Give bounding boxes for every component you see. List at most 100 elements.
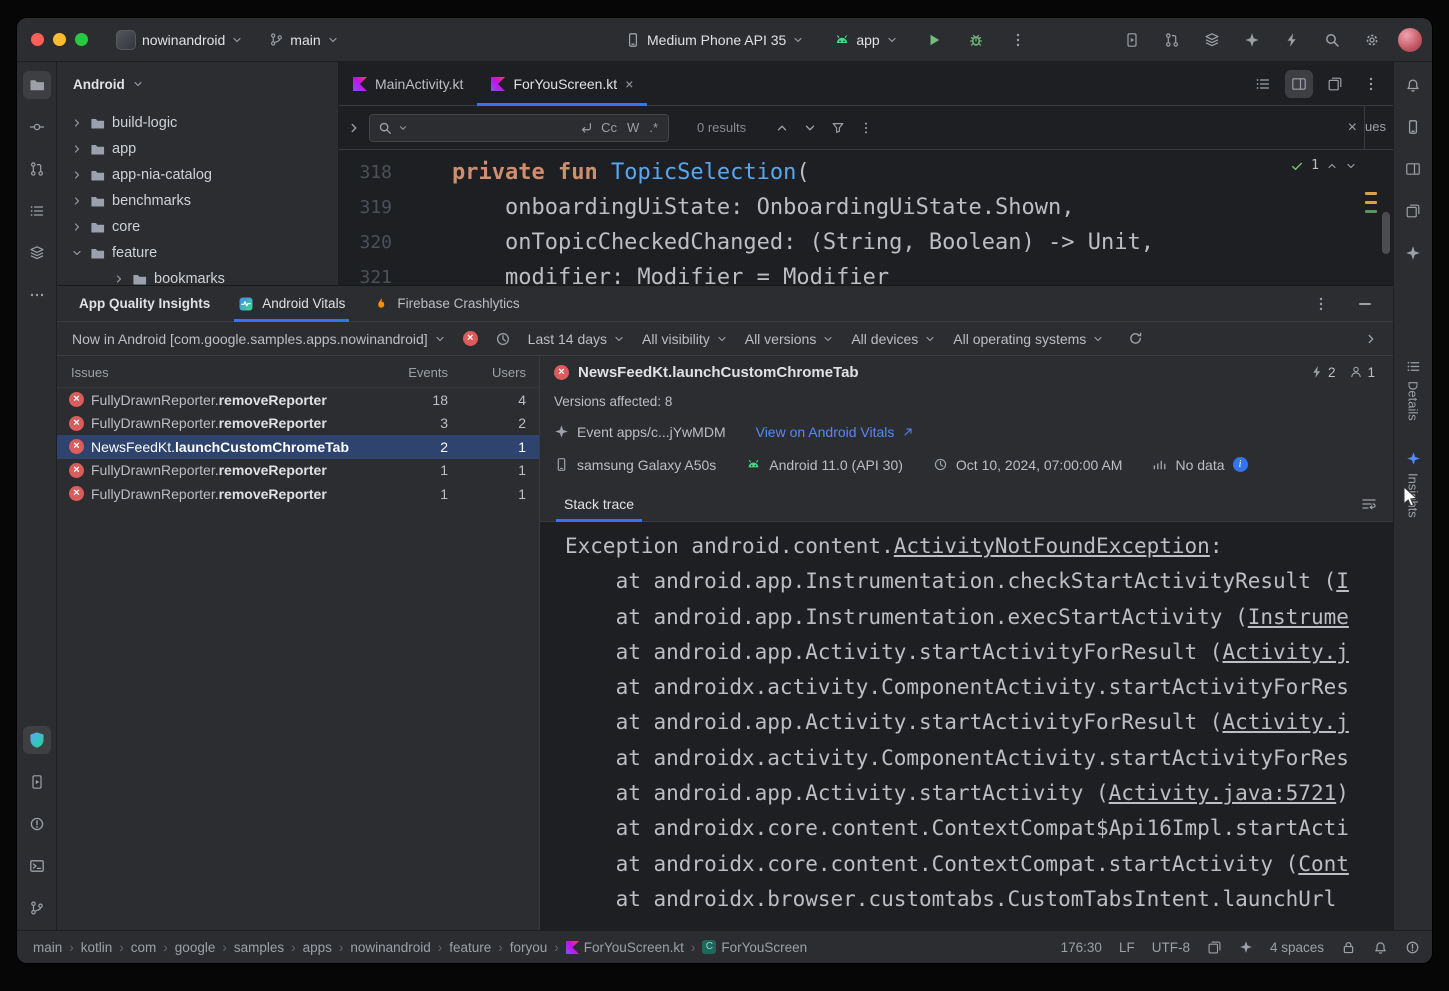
breadcrumb-item[interactable]: apps	[303, 940, 332, 955]
breadcrumb-item[interactable]: feature	[449, 940, 491, 955]
stack-trace[interactable]: Exception android.content.ActivityNotFou…	[540, 522, 1393, 930]
close-window-button[interactable]	[31, 33, 44, 46]
chevron-right-icon[interactable]	[71, 195, 83, 207]
user-avatar[interactable]	[1398, 28, 1422, 52]
running-devices-tool-button[interactable]	[1399, 155, 1427, 183]
breadcrumb-item[interactable]: google	[175, 940, 216, 955]
info-icon[interactable]: i	[1233, 457, 1248, 472]
run-button[interactable]	[920, 26, 948, 54]
lock-icon[interactable]	[1341, 940, 1356, 955]
tree-item[interactable]: bookmarks	[57, 266, 338, 285]
tree-item[interactable]: build-logic	[57, 110, 338, 136]
editor-more-button[interactable]	[1357, 70, 1385, 98]
tab-mainactivity[interactable]: MainActivity.kt	[339, 62, 477, 105]
issue-row[interactable]: ×NewsFeedKt.launchCustomChromeTab21	[57, 435, 539, 459]
regex-toggle[interactable]: .*	[647, 120, 660, 135]
inspections-status-icon[interactable]	[1405, 940, 1420, 955]
issue-row[interactable]: ×FullyDrawnReporter.removeReporter11	[57, 459, 539, 483]
tab-firebase-crashlytics[interactable]: Firebase Crashlytics	[373, 286, 519, 321]
notifications-tool-button[interactable]	[1399, 71, 1427, 99]
structure-view-button[interactable]	[1249, 70, 1277, 98]
preview-layout-button[interactable]	[1321, 70, 1349, 98]
prev-problem-icon[interactable]	[1326, 160, 1338, 172]
breadcrumb-item[interactable]: nowinandroid	[350, 940, 430, 955]
caret-position[interactable]: 176:30	[1061, 940, 1102, 955]
tab-foryouscreen[interactable]: ForYouScreen.kt ×	[477, 62, 647, 105]
inspection-widget[interactable]: 1	[1290, 158, 1357, 173]
breadcrumb-item[interactable]: CForYouScreen	[702, 940, 807, 955]
issue-row[interactable]: ×FullyDrawnReporter.removeReporter32	[57, 412, 539, 436]
chevron-right-icon[interactable]	[71, 169, 83, 181]
problems-tool-button[interactable]	[23, 810, 51, 838]
tree-item[interactable]: app	[57, 136, 338, 162]
tab-android-vitals[interactable]: Android Vitals	[238, 286, 345, 321]
app-filter[interactable]: Now in Android [com.google.samples.apps.…	[72, 331, 446, 347]
devices-filter[interactable]: All devices	[851, 331, 936, 347]
search-options-button[interactable]	[852, 114, 880, 142]
chevron-right-icon[interactable]	[71, 143, 83, 155]
minimize-window-button[interactable]	[53, 33, 66, 46]
chevron-right-icon[interactable]	[113, 273, 125, 285]
expand-find-icon[interactable]	[347, 121, 361, 135]
run-config-selector[interactable]: app	[826, 28, 905, 52]
search-history-chevron-icon[interactable]	[398, 123, 408, 133]
match-case-toggle[interactable]: Cc	[599, 120, 619, 135]
stack-link[interactable]: I	[1336, 569, 1349, 593]
search-input[interactable]	[414, 120, 573, 135]
tab-stack-trace[interactable]: Stack trace	[556, 487, 642, 521]
hide-panel-button[interactable]	[1351, 290, 1379, 318]
debug-button[interactable]	[962, 26, 990, 54]
resource-manager-tool-button[interactable]	[1399, 197, 1427, 225]
profiler-button[interactable]	[1278, 26, 1306, 54]
ai-assistant-button[interactable]	[1238, 26, 1266, 54]
tree-item[interactable]: app-nia-catalog	[57, 162, 338, 188]
more-tool-windows-button[interactable]	[23, 281, 51, 309]
project-selector[interactable]: nowinandroid	[108, 26, 251, 54]
reader-mode-icon[interactable]	[1207, 940, 1222, 955]
view-on-android-vitals-link[interactable]: View on Android Vitals	[756, 424, 895, 440]
project-view-selector[interactable]: Android	[57, 62, 338, 106]
versions-filter[interactable]: All versions	[745, 331, 835, 347]
device-manager-tool-button[interactable]	[23, 768, 51, 796]
anr-severity-toggle[interactable]	[495, 331, 511, 347]
ai-status-icon[interactable]	[1239, 940, 1253, 954]
next-occurrence-button[interactable]	[796, 114, 824, 142]
next-problem-icon[interactable]	[1345, 160, 1357, 172]
whole-words-toggle[interactable]: W	[625, 120, 641, 135]
tree-item[interactable]: benchmarks	[57, 188, 338, 214]
device-explorer-tool-button[interactable]	[1399, 113, 1427, 141]
breadcrumb-item[interactable]: com	[131, 940, 157, 955]
stack-link[interactable]: Instrume	[1248, 605, 1349, 629]
search-everywhere-button[interactable]	[1318, 26, 1346, 54]
previous-occurrence-button[interactable]	[768, 114, 796, 142]
aqi-options-button[interactable]	[1307, 290, 1335, 318]
stack-link[interactable]: Cont	[1298, 852, 1349, 876]
branch-selector[interactable]: main	[261, 28, 346, 52]
tree-item[interactable]: core	[57, 214, 338, 240]
details-side-tab[interactable]: Details	[1406, 359, 1421, 421]
close-tab-icon[interactable]: ×	[625, 76, 633, 92]
scroll-filters-right-icon[interactable]	[1364, 332, 1378, 346]
breadcrumb-item[interactable]: samples	[234, 940, 284, 955]
breadcrumb-item[interactable]: foryou	[510, 940, 548, 955]
time-range-filter[interactable]: Last 14 days	[528, 331, 625, 347]
gemini-tool-button[interactable]	[1399, 239, 1427, 267]
notifications-icon[interactable]	[1373, 940, 1388, 955]
chevron-right-icon[interactable]	[71, 117, 83, 129]
breadcrumb-item[interactable]: kotlin	[81, 940, 113, 955]
build-menu-button[interactable]	[1198, 26, 1226, 54]
stack-link[interactable]: ActivityNotFoundException	[894, 534, 1210, 558]
newline-icon[interactable]	[579, 121, 593, 135]
code-editor[interactable]: 318private fun TopicSelection(319 onboar…	[339, 150, 1393, 285]
services-tool-button[interactable]	[23, 239, 51, 267]
breadcrumb-item[interactable]: ForYouScreen.kt	[566, 940, 684, 955]
project-tool-button[interactable]	[23, 71, 51, 99]
visibility-filter[interactable]: All visibility	[642, 331, 728, 347]
code-review-button[interactable]	[1158, 26, 1186, 54]
breadcrumb-item[interactable]: main	[33, 940, 62, 955]
stack-link[interactable]: Activity.j	[1222, 640, 1348, 664]
structure-tool-button[interactable]	[23, 197, 51, 225]
commit-tool-button[interactable]	[23, 113, 51, 141]
stack-link[interactable]: Activity.j	[1222, 710, 1348, 734]
line-separator[interactable]: LF	[1119, 940, 1135, 955]
